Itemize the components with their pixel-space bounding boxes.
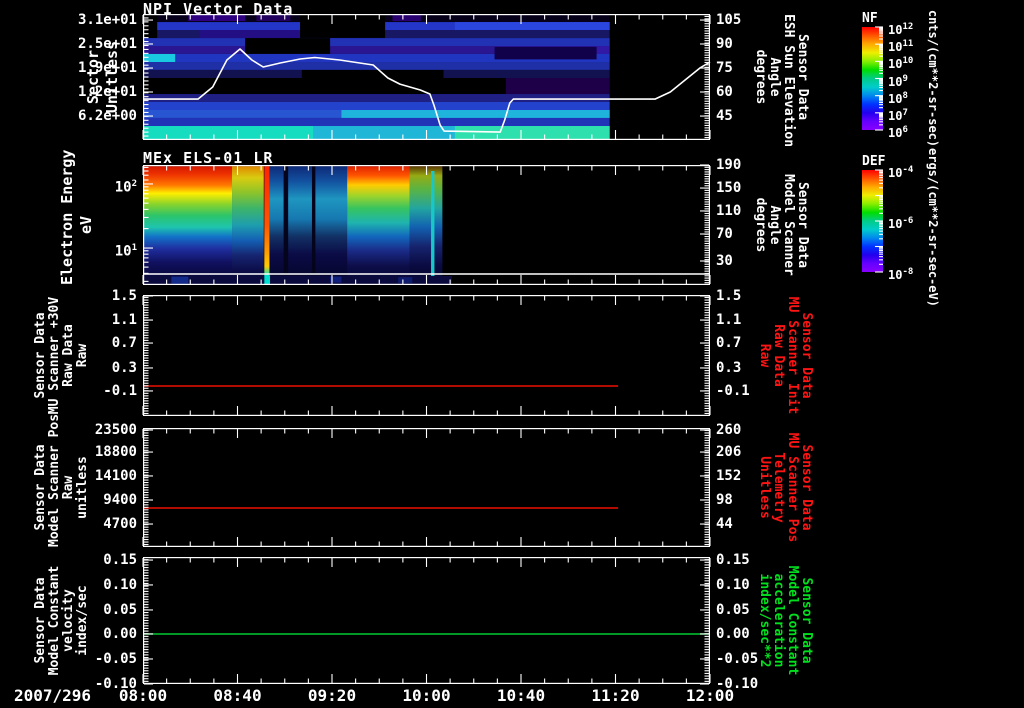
- plot-page: NPI Vector Data MEx ELS-01 LR 2007/296 3…: [0, 0, 1024, 708]
- colorbar-tick-label: 10-6: [888, 216, 914, 231]
- plot-area-p5: [142, 557, 711, 685]
- axis-label-line: Raw: [75, 343, 90, 368]
- colorbar-tick-label: 1010: [888, 56, 914, 72]
- axis-label-line: MU Scanner +30V: [47, 296, 62, 415]
- axis-label-line: Telemetry: [771, 452, 786, 523]
- right-axis-label-p4: Sensor Data MU Scanner Pos Telemetry Unitle…: [757, 428, 814, 547]
- colorbar-tick-label: 1012: [888, 22, 914, 37]
- axis-label-line: Sensor Data: [799, 444, 814, 531]
- right-axis-label-p3: Sensor Data MU Scanner Init Raw Data Raw: [757, 295, 814, 416]
- axis-label-line: Model Constant: [785, 565, 800, 676]
- axis-label-line: degrees: [753, 197, 768, 253]
- axis-label-line: Electron Energy: [58, 149, 76, 285]
- right-axis-label-p5: Sensor Data Model Constant acceleration ind…: [757, 557, 814, 684]
- axis-label-line: Sensor Data: [795, 33, 810, 121]
- right-axis-label-p1: Sensor Data ESH Sun Elevation Angle degrees: [753, 14, 810, 148]
- colorbar-unit-nf: cnts/(cm**2-sr-sec): [926, 5, 940, 152]
- time-tick-label: 10:40: [496, 686, 546, 705]
- plot-area-p4: [142, 428, 711, 548]
- axis-label-line: MU Scanner Pos: [785, 432, 800, 543]
- axis-label-line: index/sec: [75, 585, 90, 656]
- axis-label-line: Sector: [84, 49, 102, 105]
- axis-label-line: velocity: [61, 589, 76, 652]
- time-tick-label: 08:40: [213, 686, 262, 705]
- time-tick-label: 09:20: [307, 686, 357, 705]
- axis-label-line: Angle: [767, 205, 782, 245]
- axis-label-line: Angle: [767, 57, 782, 97]
- y-axis-label-p2: Electron Energy eV: [58, 149, 96, 285]
- axis-label-line: ESH Sun Elevation: [781, 14, 796, 148]
- axis-label-line: cnts/(cm**2-sr-sec): [926, 9, 940, 148]
- axis-label-line: Sensor Data: [795, 181, 810, 269]
- axis-label-line: index/sec**2: [757, 573, 772, 668]
- colorbar-ticks-nf: [875, 26, 883, 131]
- colorbar-tick-label: 108: [888, 90, 908, 106]
- axis-label-line: Sensor Data: [33, 577, 48, 664]
- axis-label-line: Sensor Data: [799, 577, 814, 664]
- time-tick-label: 11:20: [591, 686, 640, 705]
- colorbar-tick-label: 10-4: [888, 165, 914, 180]
- axis-label-line: degrees: [753, 49, 768, 105]
- y-axis-label-p1: Sector Unitless: [84, 14, 122, 140]
- time-tick-label: 08:00: [118, 686, 168, 705]
- colorbar-tick-label: 1011: [888, 39, 914, 55]
- axis-label-line: Sensor Data: [33, 444, 48, 531]
- time-tick-label: 12:00: [685, 686, 735, 705]
- axis-label-line: Sensor Data: [33, 312, 48, 399]
- plot-area-p3: [142, 295, 711, 417]
- axis-label-line: Raw Data: [771, 324, 786, 387]
- time-tick-label: 10:00: [402, 686, 451, 705]
- axis-label-line: Raw Data: [61, 324, 76, 387]
- axis-label-line: MU Scanner Init: [785, 296, 800, 415]
- axis-label-line: Raw: [61, 475, 76, 500]
- y-axis-label-p4: Sensor Data Model Scanner Pos Raw unitless: [33, 413, 90, 547]
- axis-label-line: eV: [77, 215, 95, 235]
- colorbar-ticks-def: [875, 169, 883, 273]
- axis-label-line: Model Constant: [47, 565, 62, 676]
- axis-label-line: Sensor Data: [799, 312, 814, 399]
- axis-label-line: unitless: [75, 456, 90, 519]
- plot-area-p2: [142, 164, 711, 286]
- axis-label-line: Unitless: [103, 40, 121, 114]
- axis-label-line: acceleration: [771, 573, 786, 668]
- plot-area-p1: [142, 14, 711, 141]
- y-axis-label-p3: Sensor Data MU Scanner +30V Raw Data Raw: [33, 295, 90, 416]
- axis-label-line: Unitless: [757, 456, 772, 519]
- colorbar-tick-label: 10-8: [888, 267, 914, 282]
- axis-label-line: Model Scanner: [781, 174, 796, 276]
- colorbar-tick-label: 106: [888, 125, 908, 140]
- colorbar-unit-def: ergs/(cm**2-sr-sec-eV): [926, 148, 940, 307]
- axis-label-line: Model Scanner Pos: [47, 413, 62, 547]
- axis-label-line: ergs/(cm**2-sr-sec-eV): [926, 148, 940, 307]
- axis-label-line: Raw: [757, 343, 772, 368]
- y-axis-label-p5: Sensor Data Model Constant velocity index/s…: [33, 557, 90, 684]
- colorbar-tick-label: 109: [888, 73, 908, 89]
- right-axis-label-p2: Sensor Data Model Scanner Angle degrees: [753, 165, 810, 285]
- colorbar-tick-label: 107: [888, 107, 908, 123]
